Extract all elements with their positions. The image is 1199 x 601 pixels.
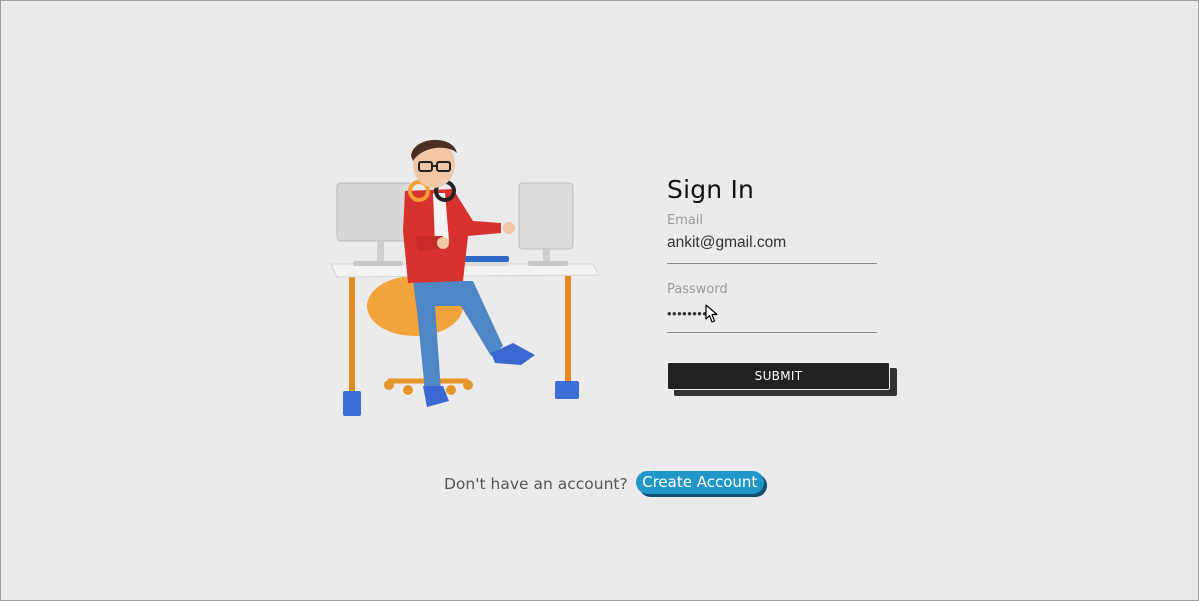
signup-prompt: Don't have an account? Create Account	[444, 469, 768, 499]
password-field-group: Password	[667, 282, 877, 333]
submit-button-wrap: SUBMIT	[667, 362, 899, 398]
email-field[interactable]	[667, 233, 877, 253]
person-at-desk-illustration	[323, 131, 608, 426]
create-account-button-wrap: Create Account	[635, 470, 768, 498]
signup-prompt-text: Don't have an account?	[444, 475, 628, 493]
mouse-cursor-icon	[705, 304, 718, 323]
email-label: Email	[667, 213, 704, 228]
signin-page: Sign In Email Password SUBMIT Don't have…	[0, 0, 1199, 601]
submit-button[interactable]: SUBMIT	[667, 362, 890, 390]
password-field[interactable]	[667, 304, 877, 324]
signin-form: Sign In Email Password SUBMIT	[667, 171, 907, 398]
password-label: Password	[667, 282, 728, 297]
create-account-button[interactable]: Create Account	[635, 470, 764, 494]
signin-title: Sign In	[667, 175, 755, 204]
email-field-group: Email	[667, 213, 877, 264]
